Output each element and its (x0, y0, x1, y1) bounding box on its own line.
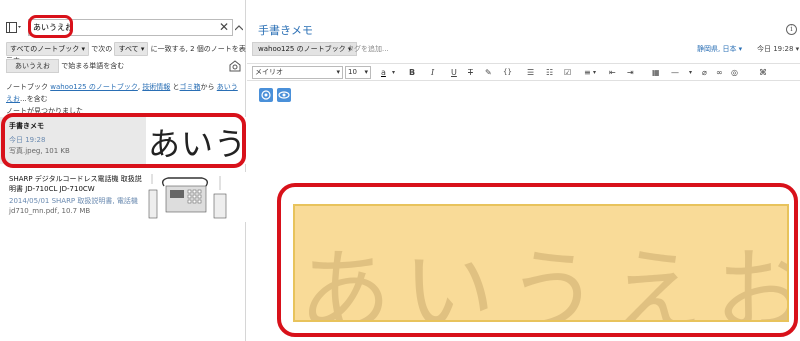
found-separator-2: と (172, 83, 180, 91)
note-date: 2014/05/01 SHARP 取扱説明書, 電話機 (9, 197, 138, 205)
notebook-link-tech[interactable]: 技術情報 (142, 83, 170, 91)
chevron-down-icon: ▾ (336, 68, 340, 76)
bulleted-list-icon[interactable]: ☰ (527, 67, 534, 78)
indent-icon[interactable]: ⇥ (627, 67, 634, 78)
note-attachment-info: 写真.jpeg, 101 KB (9, 147, 70, 155)
search-term-chip[interactable]: あいうえお (6, 59, 59, 73)
collapse-up-icon[interactable] (235, 25, 243, 31)
found-mid-text: から (200, 83, 215, 91)
chevron-down-icon[interactable]: ▾ (689, 67, 692, 78)
formatting-toolbar: メイリオ ▾ 10 ▾ a ▾ B I U T ✎ {} ☰ ☷ ☑ ≡ ▾ ⇤… (247, 63, 800, 81)
code-block-icon[interactable]: {} (503, 67, 512, 78)
chevron-down-icon[interactable]: ▾ (593, 67, 596, 78)
strikethrough-icon[interactable]: T (468, 67, 473, 78)
underline-icon[interactable]: U (451, 67, 457, 78)
bold-icon[interactable]: B (409, 67, 415, 78)
font-family-select[interactable]: メイリオ ▾ (252, 66, 343, 79)
align-icon[interactable]: ≡ (584, 67, 591, 78)
notebook-filter-label: すべてのノートブック (10, 45, 80, 53)
italic-icon[interactable]: I (431, 67, 434, 78)
found-prefix: ノートブック (6, 83, 48, 91)
search-filter-row: すべてのノートブック ▾ で次の すべて ▾ に一致する, 2 個のノートを表示… (6, 42, 246, 65)
found-separator-1: , (137, 83, 141, 91)
match-all-dropdown[interactable]: すべて ▾ (114, 42, 149, 56)
save-search-icon[interactable] (229, 60, 241, 72)
highlighter-icon[interactable]: ✎ (485, 67, 492, 78)
note-title-field[interactable]: 手書きメモ (258, 22, 313, 38)
evernote-window: ✕ すべてのノートブック ▾ で次の すべて ▾ に一致する, 2 個のノートを… (0, 0, 800, 341)
link-icon[interactable]: ∞ (716, 67, 723, 78)
outdent-icon[interactable]: ⇤ (609, 67, 616, 78)
handwriting-image[interactable]: あいうえお (293, 204, 789, 322)
annotate-icon[interactable] (259, 88, 273, 102)
location-label: 静岡県, 日本 (697, 45, 737, 53)
font-family-value: メイリオ (255, 68, 283, 76)
horizontal-rule-icon[interactable]: — (671, 67, 679, 78)
search-result-summary: ノートブック wahoo125 のノートブック, 技術情報 とゴミ箱から あいう… (6, 81, 242, 117)
preview-eye-icon[interactable] (277, 88, 291, 102)
filter-prefix-text: で次の (91, 45, 113, 53)
handwriting-thumbnail-text: あいうえお (148, 125, 246, 163)
table-icon[interactable]: ▦ (652, 67, 660, 78)
numbered-list-icon[interactable]: ☷ (546, 67, 553, 78)
handwriting-text: あいうえお (299, 239, 789, 322)
note-list-pane: ✕ すべてのノートブック ▾ で次の すべて ▾ に一致する, 2 個のノートを… (0, 0, 246, 341)
font-size-select[interactable]: 10 ▾ (345, 66, 371, 79)
chevron-down-icon[interactable]: ▾ (392, 67, 395, 78)
encrypt-icon[interactable]: ◎ (731, 67, 738, 78)
more-options-icon[interactable]: ⌘ (759, 67, 767, 78)
font-size-value: 10 (348, 68, 357, 76)
note-list-item[interactable]: 手書きメモ 今日 19:28 写真.jpeg, 101 KB あいうえお (0, 117, 246, 164)
found-end-text: を含む (26, 95, 48, 103)
date-label: 今日 19:28 (757, 45, 794, 53)
chevron-down-icon: ▾ (364, 68, 368, 76)
search-input[interactable] (29, 20, 179, 35)
view-options-icon[interactable] (6, 22, 22, 34)
notebook-filter-dropdown[interactable]: すべてのノートブック ▾ (6, 42, 89, 56)
date-selector[interactable]: 今日 19:28 ▾ (757, 44, 799, 54)
note-meta-row: wahoo125 のノートブック ▾ タグを追加... 静岡県, 日本 ▾ 今日… (247, 42, 800, 56)
info-icon[interactable]: i (786, 24, 797, 35)
search-term-row: あいうえお で始まる単語を含む (6, 59, 246, 73)
note-editor-pane: 手書きメモ i wahoo125 のノートブック ▾ タグを追加... 静岡県,… (247, 0, 800, 341)
notebook-selector-label: wahoo125 のノートブック (258, 45, 346, 53)
search-row: ✕ (0, 18, 246, 38)
checkbox-icon[interactable]: ☑ (564, 67, 571, 78)
notebook-selector[interactable]: wahoo125 のノートブック ▾ (252, 42, 358, 56)
note-attachment-info: jd710_mn.pdf, 10.7 MB (9, 207, 91, 215)
term-link-ellipsis: ... (20, 95, 27, 103)
note-date: 今日 19:28 (9, 136, 46, 144)
add-tag-input[interactable]: タグを追加... (347, 44, 389, 54)
found-line-2: ノートが見つかりました (6, 107, 83, 115)
phone-manual-thumbnail (146, 172, 242, 222)
note-title: SHARP デジタルコードレス電話機 取扱説明書 JD-710CL JD-710… (9, 175, 142, 193)
note-thumbnail: あいうえお (146, 117, 246, 164)
location-selector[interactable]: 静岡県, 日本 ▾ (697, 44, 742, 54)
notebook-link[interactable]: wahoo125 のノートブック (50, 83, 138, 91)
trash-link[interactable]: ゴミ箱 (180, 83, 201, 91)
match-all-label: すべて (118, 45, 139, 53)
clear-search-icon[interactable]: ✕ (219, 20, 229, 35)
note-title: 手書きメモ (9, 122, 44, 130)
note-list-item[interactable]: SHARP デジタルコードレス電話機 取扱説明書 JD-710CL JD-710… (0, 172, 246, 222)
search-box[interactable]: ✕ (28, 19, 233, 36)
font-color-icon[interactable]: a (381, 67, 386, 78)
term-suffix-text: で始まる単語を含む (61, 62, 125, 70)
attachment-icon[interactable]: ⌀ (702, 67, 707, 78)
